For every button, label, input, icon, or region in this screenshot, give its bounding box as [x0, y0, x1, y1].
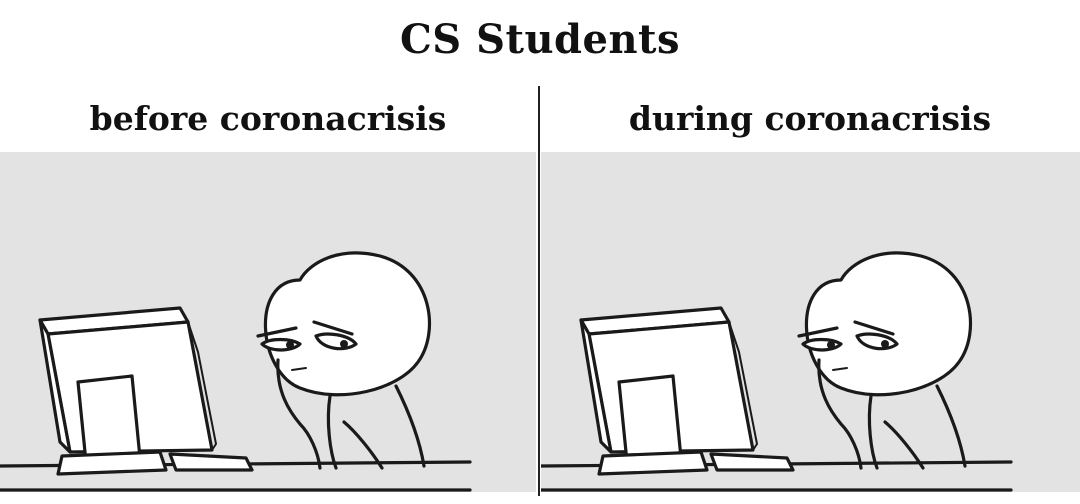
- panel-before: [0, 152, 536, 492]
- panel-divider: [538, 86, 540, 496]
- meme-image: CS Students before coronacrisis during c…: [0, 0, 1080, 504]
- caption-during: during coronacrisis: [628, 99, 992, 138]
- caption-before: before coronacrisis: [89, 99, 447, 138]
- computer-guy-illustration: [541, 251, 1013, 492]
- computer-guy-drawing: [541, 251, 1013, 492]
- panel-during: [541, 152, 1080, 492]
- computer-guy-drawing: [0, 251, 472, 492]
- meme-title: CS Students: [399, 16, 681, 63]
- computer-guy-illustration: [0, 251, 472, 492]
